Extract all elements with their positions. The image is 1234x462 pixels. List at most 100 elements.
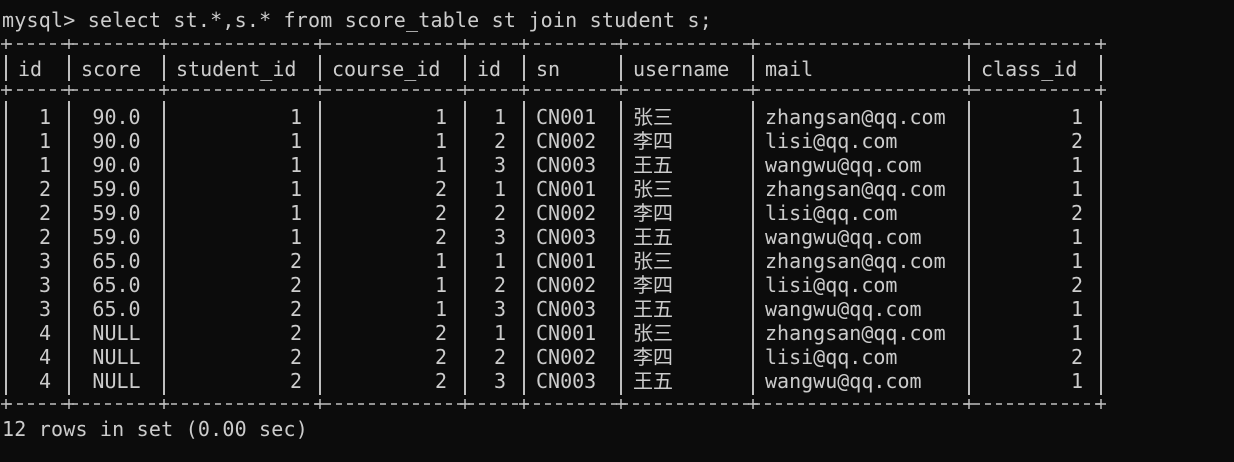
- column-divider: [523, 101, 525, 395]
- table-cell: 2: [38, 225, 51, 249]
- table-cell: 1: [289, 105, 302, 129]
- table-cell: NULL: [92, 345, 141, 369]
- sql-command: select st.*,s.* from score_table st join…: [87, 8, 712, 32]
- table-cell: 2: [1070, 345, 1083, 369]
- table-cell: 王五: [633, 369, 673, 393]
- table-cell: 2: [289, 249, 302, 273]
- table-cell: lisi@qq.com: [765, 273, 898, 297]
- column-divider: [620, 55, 622, 81]
- column-divider: [319, 55, 321, 81]
- table-cell: 2: [289, 297, 302, 321]
- table-cell: 张三: [633, 321, 673, 345]
- table-cell: NULL: [92, 369, 141, 393]
- table-cell: 2: [289, 345, 302, 369]
- column-header: id: [477, 57, 502, 81]
- terminal-window[interactable]: mysql> select st.*,s.* from score_table …: [0, 0, 1234, 462]
- table-border-bottom: [0, 397, 1234, 411]
- table-cell: lisi@qq.com: [765, 345, 898, 369]
- table-cell: 1: [434, 297, 447, 321]
- table-cell: 1: [1070, 321, 1083, 345]
- table-cell: 1: [493, 321, 506, 345]
- table-cell: 2: [434, 201, 447, 225]
- column-header: sn: [536, 57, 561, 81]
- column-header: score: [81, 57, 142, 81]
- table-cell: wangwu@qq.com: [765, 369, 922, 393]
- table-cell: 3: [493, 369, 506, 393]
- table-cell: zhangsan@qq.com: [765, 105, 946, 129]
- table-cell: 1: [1070, 249, 1083, 273]
- table-cell: 3: [38, 249, 51, 273]
- table-cell: 59.0: [92, 201, 141, 225]
- table-cell: 李四: [633, 273, 673, 297]
- table-cell: 王五: [633, 153, 673, 177]
- table-cell: 2: [434, 225, 447, 249]
- table-cell: 2: [38, 201, 51, 225]
- table-cell: 1: [493, 105, 506, 129]
- table-cell: 2: [493, 129, 506, 153]
- table-cell: 90.0: [92, 153, 141, 177]
- column-header: student_id: [176, 57, 297, 81]
- table-cell: 4: [38, 369, 51, 393]
- table-cell: 4: [38, 345, 51, 369]
- table-cell: 1: [289, 201, 302, 225]
- column-divider: [464, 55, 466, 81]
- table-cell: 1: [1070, 369, 1083, 393]
- table-cell: 2: [493, 345, 506, 369]
- table-cell: 90.0: [92, 105, 141, 129]
- column-divider: [1100, 101, 1102, 395]
- table-cell: CN001: [536, 249, 597, 273]
- table-cell: 2: [38, 177, 51, 201]
- table-cell: 65.0: [92, 297, 141, 321]
- table-cell: 3: [493, 297, 506, 321]
- column-divider: [523, 55, 525, 81]
- column-header: username: [633, 57, 730, 81]
- table-cell: CN003: [536, 297, 597, 321]
- table-cell: 1: [38, 105, 51, 129]
- table-cell: 1: [289, 177, 302, 201]
- table-cell: 李四: [633, 201, 673, 225]
- table-cell: 3: [493, 225, 506, 249]
- table-cell: 1: [38, 129, 51, 153]
- table-cell: 张三: [633, 177, 673, 201]
- table-cell: 1: [289, 129, 302, 153]
- table-cell: 1: [289, 225, 302, 249]
- table-cell: CN003: [536, 225, 597, 249]
- table-cell: 1: [434, 249, 447, 273]
- table-cell: 1: [434, 153, 447, 177]
- table-cell: 1: [289, 153, 302, 177]
- table-cell: 2: [289, 369, 302, 393]
- table-cell: 2: [434, 369, 447, 393]
- table-cell: 3: [38, 273, 51, 297]
- table-cell: CN003: [536, 153, 597, 177]
- table-cell: CN001: [536, 321, 597, 345]
- table-cell: 2: [1070, 273, 1083, 297]
- column-divider: [5, 55, 7, 81]
- table-cell: 2: [493, 201, 506, 225]
- table-cell: 59.0: [92, 177, 141, 201]
- mysql-prompt: mysql>: [2, 8, 76, 32]
- table-cell: 2: [434, 321, 447, 345]
- table-cell: 1: [1070, 177, 1083, 201]
- table-cell: 2: [289, 321, 302, 345]
- table-cell: wangwu@qq.com: [765, 297, 922, 321]
- column-header: mail: [765, 57, 814, 81]
- table-border-top: [0, 37, 1234, 51]
- table-cell: zhangsan@qq.com: [765, 321, 946, 345]
- table-cell: CN002: [536, 129, 597, 153]
- table-cell: 65.0: [92, 249, 141, 273]
- table-cell: 张三: [633, 249, 673, 273]
- table-cell: 2: [434, 345, 447, 369]
- table-cell: CN001: [536, 177, 597, 201]
- table-cell: zhangsan@qq.com: [765, 249, 946, 273]
- table-cell: 李四: [633, 345, 673, 369]
- column-divider: [68, 101, 70, 395]
- table-cell: 张三: [633, 105, 673, 129]
- table-cell: CN003: [536, 369, 597, 393]
- column-divider: [68, 55, 70, 81]
- result-summary: 12 rows in set (0.00 sec): [2, 417, 309, 441]
- table-cell: 王五: [633, 297, 673, 321]
- column-divider: [620, 101, 622, 395]
- column-divider: [464, 101, 466, 395]
- table-cell: CN002: [536, 273, 597, 297]
- table-cell: 3: [493, 153, 506, 177]
